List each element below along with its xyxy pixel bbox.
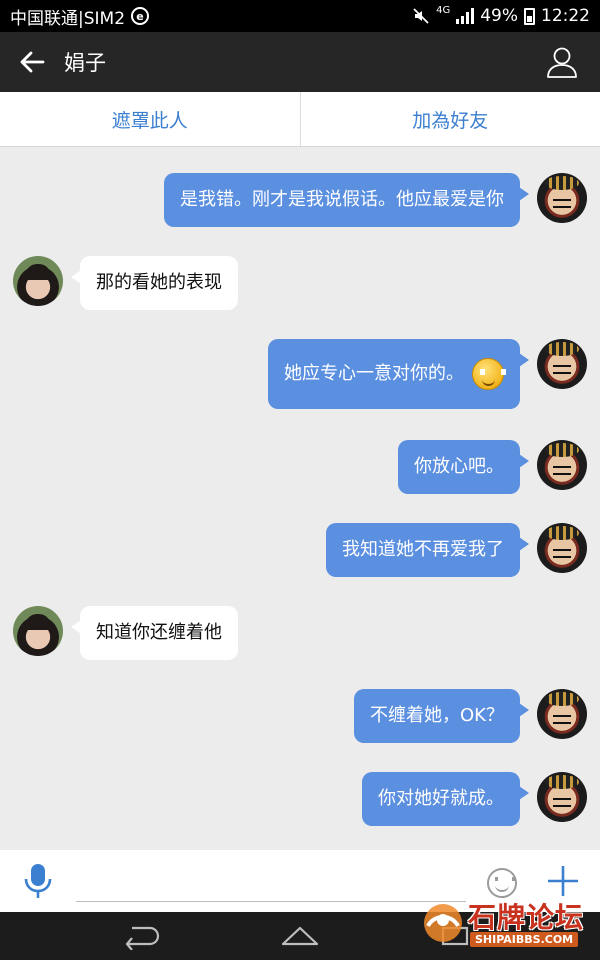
my-avatar[interactable] — [537, 772, 587, 822]
nav-back-icon[interactable] — [122, 922, 162, 950]
my-avatar[interactable] — [537, 339, 587, 389]
smiley-icon — [472, 358, 506, 390]
status-bar: 中国联通|SIM2 e 4G 49% 12:22 — [0, 0, 600, 32]
signal-icon — [456, 8, 475, 24]
contact-message-bubble[interactable]: 知道你还缠着他 — [71, 606, 238, 660]
carrier-label: 中国联通|SIM2 — [10, 8, 126, 29]
message-text: 她应专心一意对你的。 — [284, 363, 464, 384]
contact-avatar[interactable] — [13, 256, 63, 306]
contact-message-bubble[interactable]: 那的看她的表现 — [71, 256, 238, 310]
my-avatar[interactable] — [537, 173, 587, 223]
network-type-label: 4G — [436, 4, 451, 16]
my-message-bubble[interactable]: 我知道她不再爱我了 — [326, 523, 529, 577]
voice-input-button[interactable] — [20, 862, 56, 900]
battery-percent: 49% — [480, 6, 518, 26]
my-message-bubble[interactable]: 不缠着她，OK？ — [354, 689, 529, 743]
mute-icon — [413, 8, 429, 24]
nav-home-icon[interactable] — [280, 924, 320, 948]
battery-icon — [524, 7, 535, 25]
forum-watermark: 石牌论坛 SHIPAIBBS.COM — [420, 892, 595, 952]
clock: 12:22 — [541, 6, 590, 26]
profile-button[interactable] — [532, 32, 592, 92]
my-message-bubble[interactable]: 她应专心一意对你的。 — [268, 339, 529, 409]
my-avatar[interactable] — [537, 440, 587, 490]
contact-action-bar: 遮罩此人 加為好友 — [0, 92, 600, 147]
forum-logo-icon — [424, 904, 462, 942]
my-message-bubble[interactable]: 你放心吧。 — [398, 440, 529, 494]
message-input[interactable] — [76, 862, 466, 902]
forum-name: 石牌论坛 — [468, 901, 585, 934]
message-list[interactable]: 是我错。刚才是我说假话。他应最爱是你 那的看她的表现 她应专心一意对你的。 你放… — [0, 147, 600, 850]
title-bar: 娟子 — [0, 32, 600, 92]
microphone-icon — [24, 864, 52, 898]
arrow-left-icon — [20, 51, 45, 73]
my-message-bubble[interactable]: 你对她好就成。 — [362, 772, 529, 826]
block-contact-button[interactable]: 遮罩此人 — [0, 92, 300, 146]
browser-notification-icon: e — [131, 7, 150, 25]
page-title: 娟子 — [64, 51, 106, 75]
person-icon — [547, 47, 577, 78]
forum-domain: SHIPAIBBS.COM — [470, 932, 579, 947]
contact-avatar[interactable] — [13, 606, 63, 656]
back-button[interactable] — [0, 32, 64, 92]
my-avatar[interactable] — [537, 689, 587, 739]
add-friend-button[interactable]: 加為好友 — [299, 92, 600, 146]
my-avatar[interactable] — [537, 523, 587, 573]
my-message-bubble[interactable]: 是我错。刚才是我说假话。他应最爱是你 — [164, 173, 529, 227]
